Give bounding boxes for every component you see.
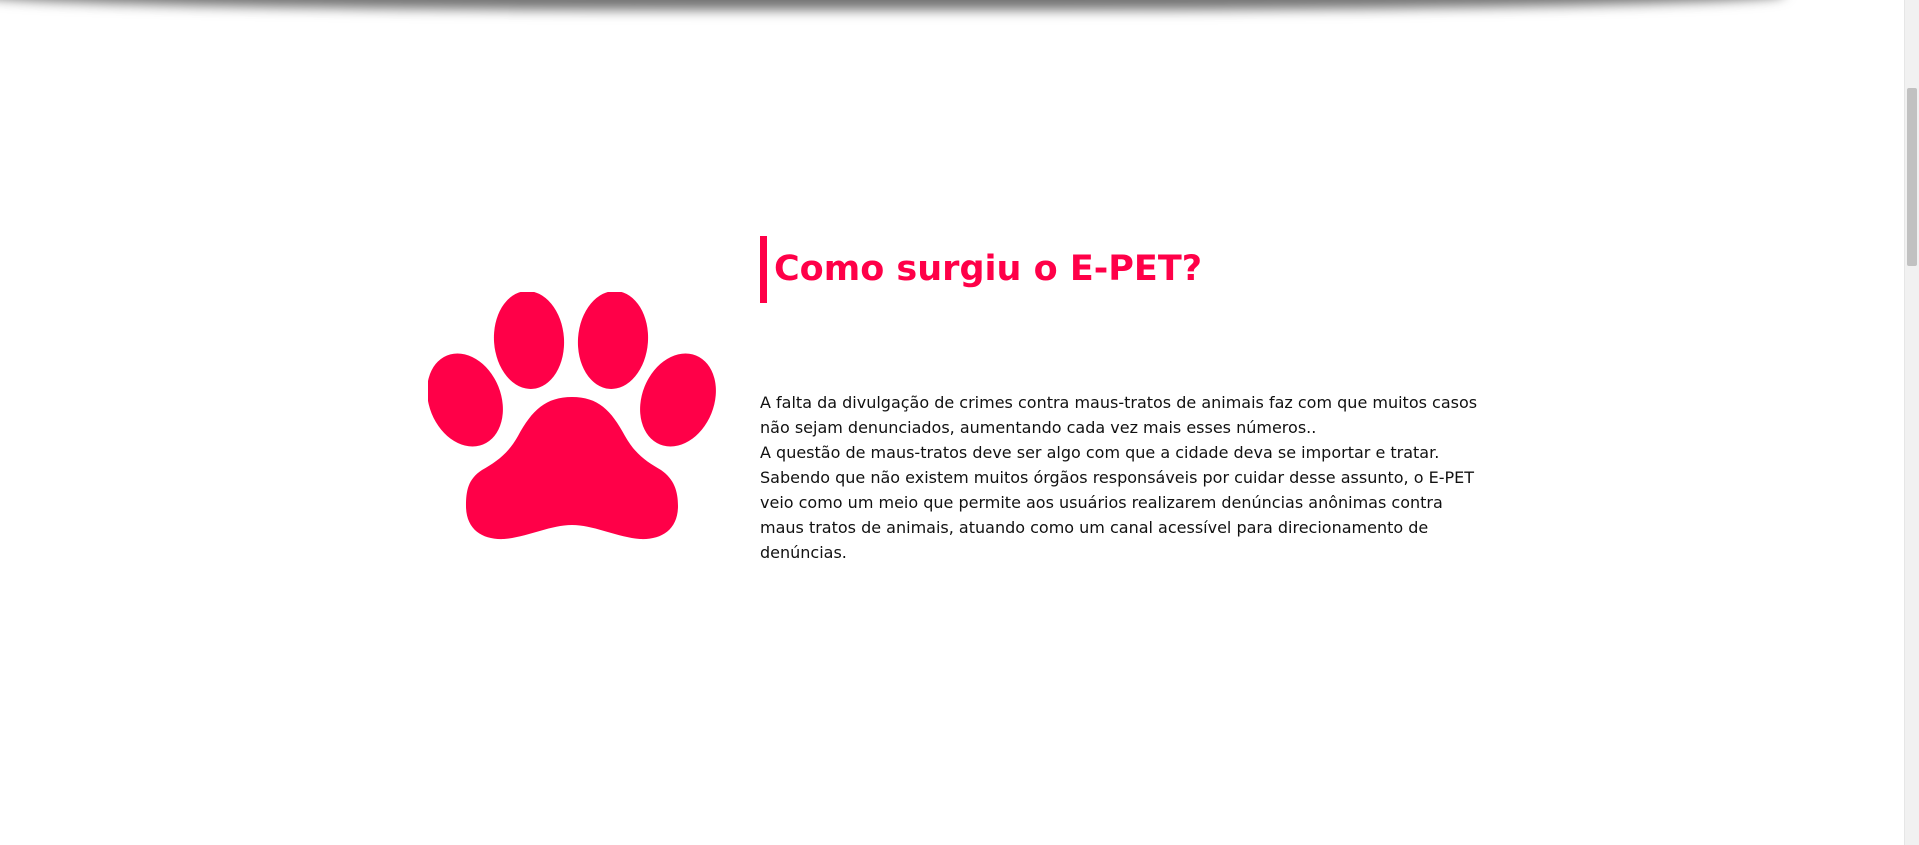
section-title: Como surgiu o E-PET? <box>760 236 1202 303</box>
description-paragraph-3: Sabendo que não existem muitos órgãos re… <box>760 468 1475 562</box>
paw-icon <box>428 292 716 540</box>
scrollbar-thumb[interactable] <box>1907 88 1917 266</box>
description-paragraph-2: A questão de maus-tratos deve ser algo c… <box>760 443 1440 462</box>
title-accent-bar <box>760 236 767 303</box>
vertical-scrollbar[interactable] <box>1904 0 1919 845</box>
description-paragraph-1: A falta da divulgação de crimes contra m… <box>760 393 1478 437</box>
page: Como surgiu o E-PET? A falta da divulgaç… <box>0 0 1919 845</box>
section-heading: Como surgiu o E-PET? <box>774 249 1202 289</box>
section-description: A falta da divulgação de crimes contra m… <box>760 390 1490 565</box>
